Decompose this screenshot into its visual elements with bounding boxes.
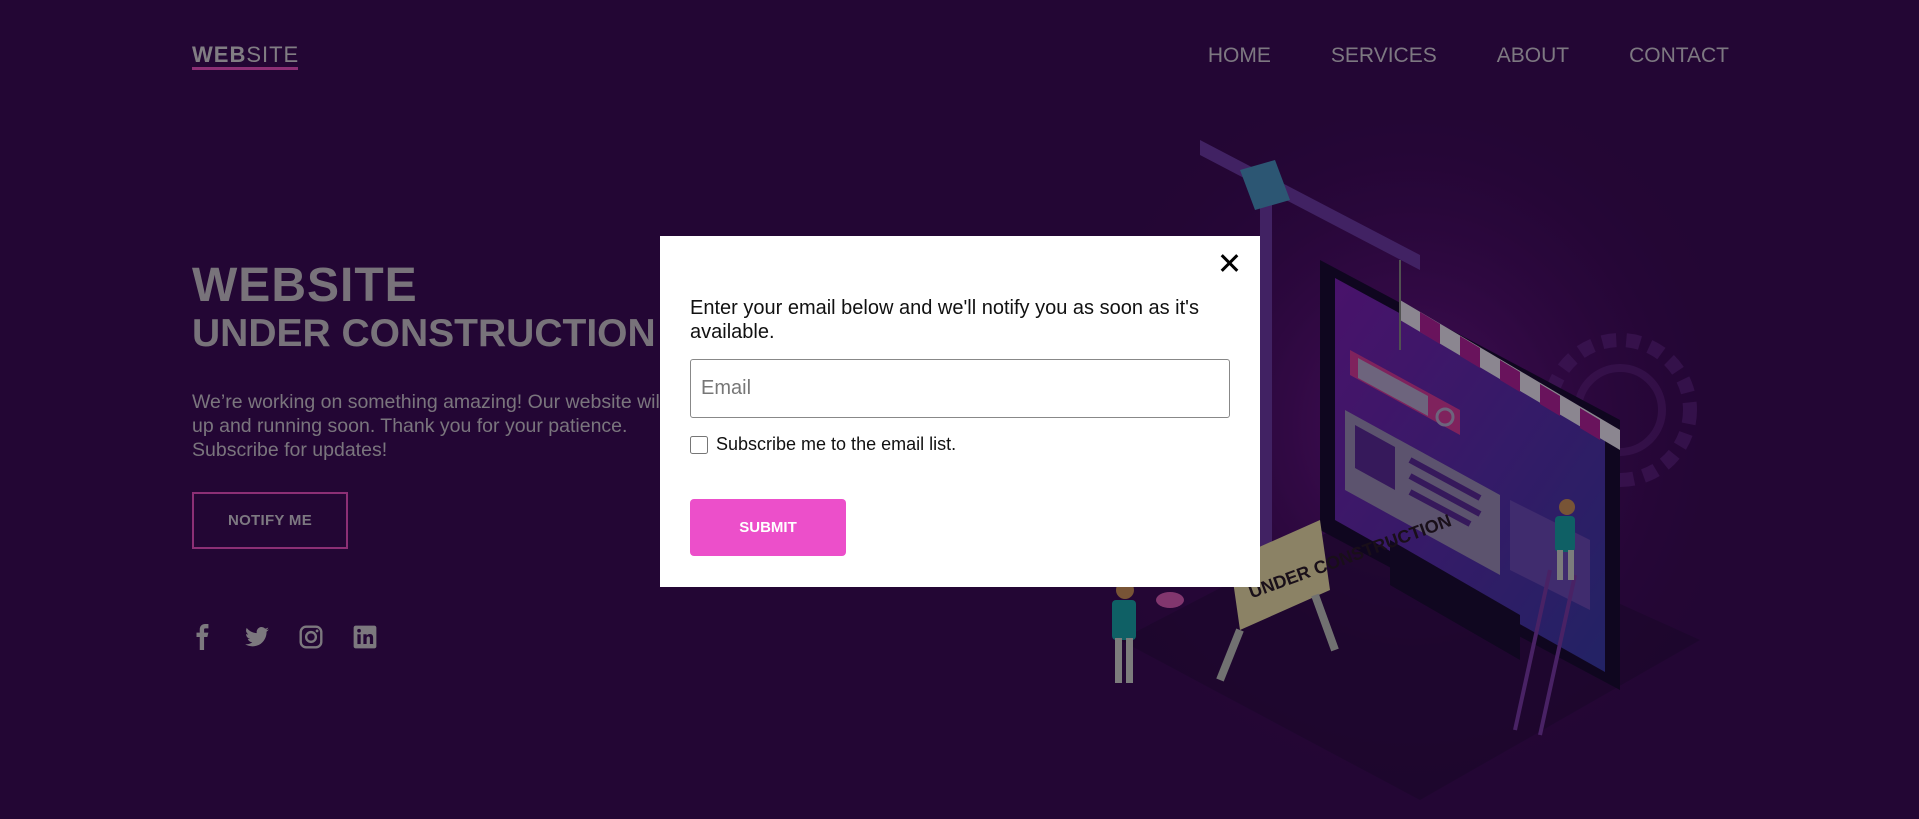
page-background: WEBSITE HOME SERVICES ABOUT CONTACT WEBS… <box>0 0 1919 819</box>
subscribe-checkbox[interactable] <box>690 435 708 454</box>
email-field[interactable] <box>690 359 1230 418</box>
submit-button[interactable]: SUBMIT <box>690 499 846 556</box>
close-icon[interactable] <box>1218 252 1240 274</box>
modal-message: Enter your email below and we'll notify … <box>690 297 1200 343</box>
subscribe-row[interactable]: Subscribe me to the email list. <box>690 434 956 455</box>
notify-modal: Enter your email below and we'll notify … <box>660 236 1260 587</box>
subscribe-label: Subscribe me to the email list. <box>716 434 957 454</box>
